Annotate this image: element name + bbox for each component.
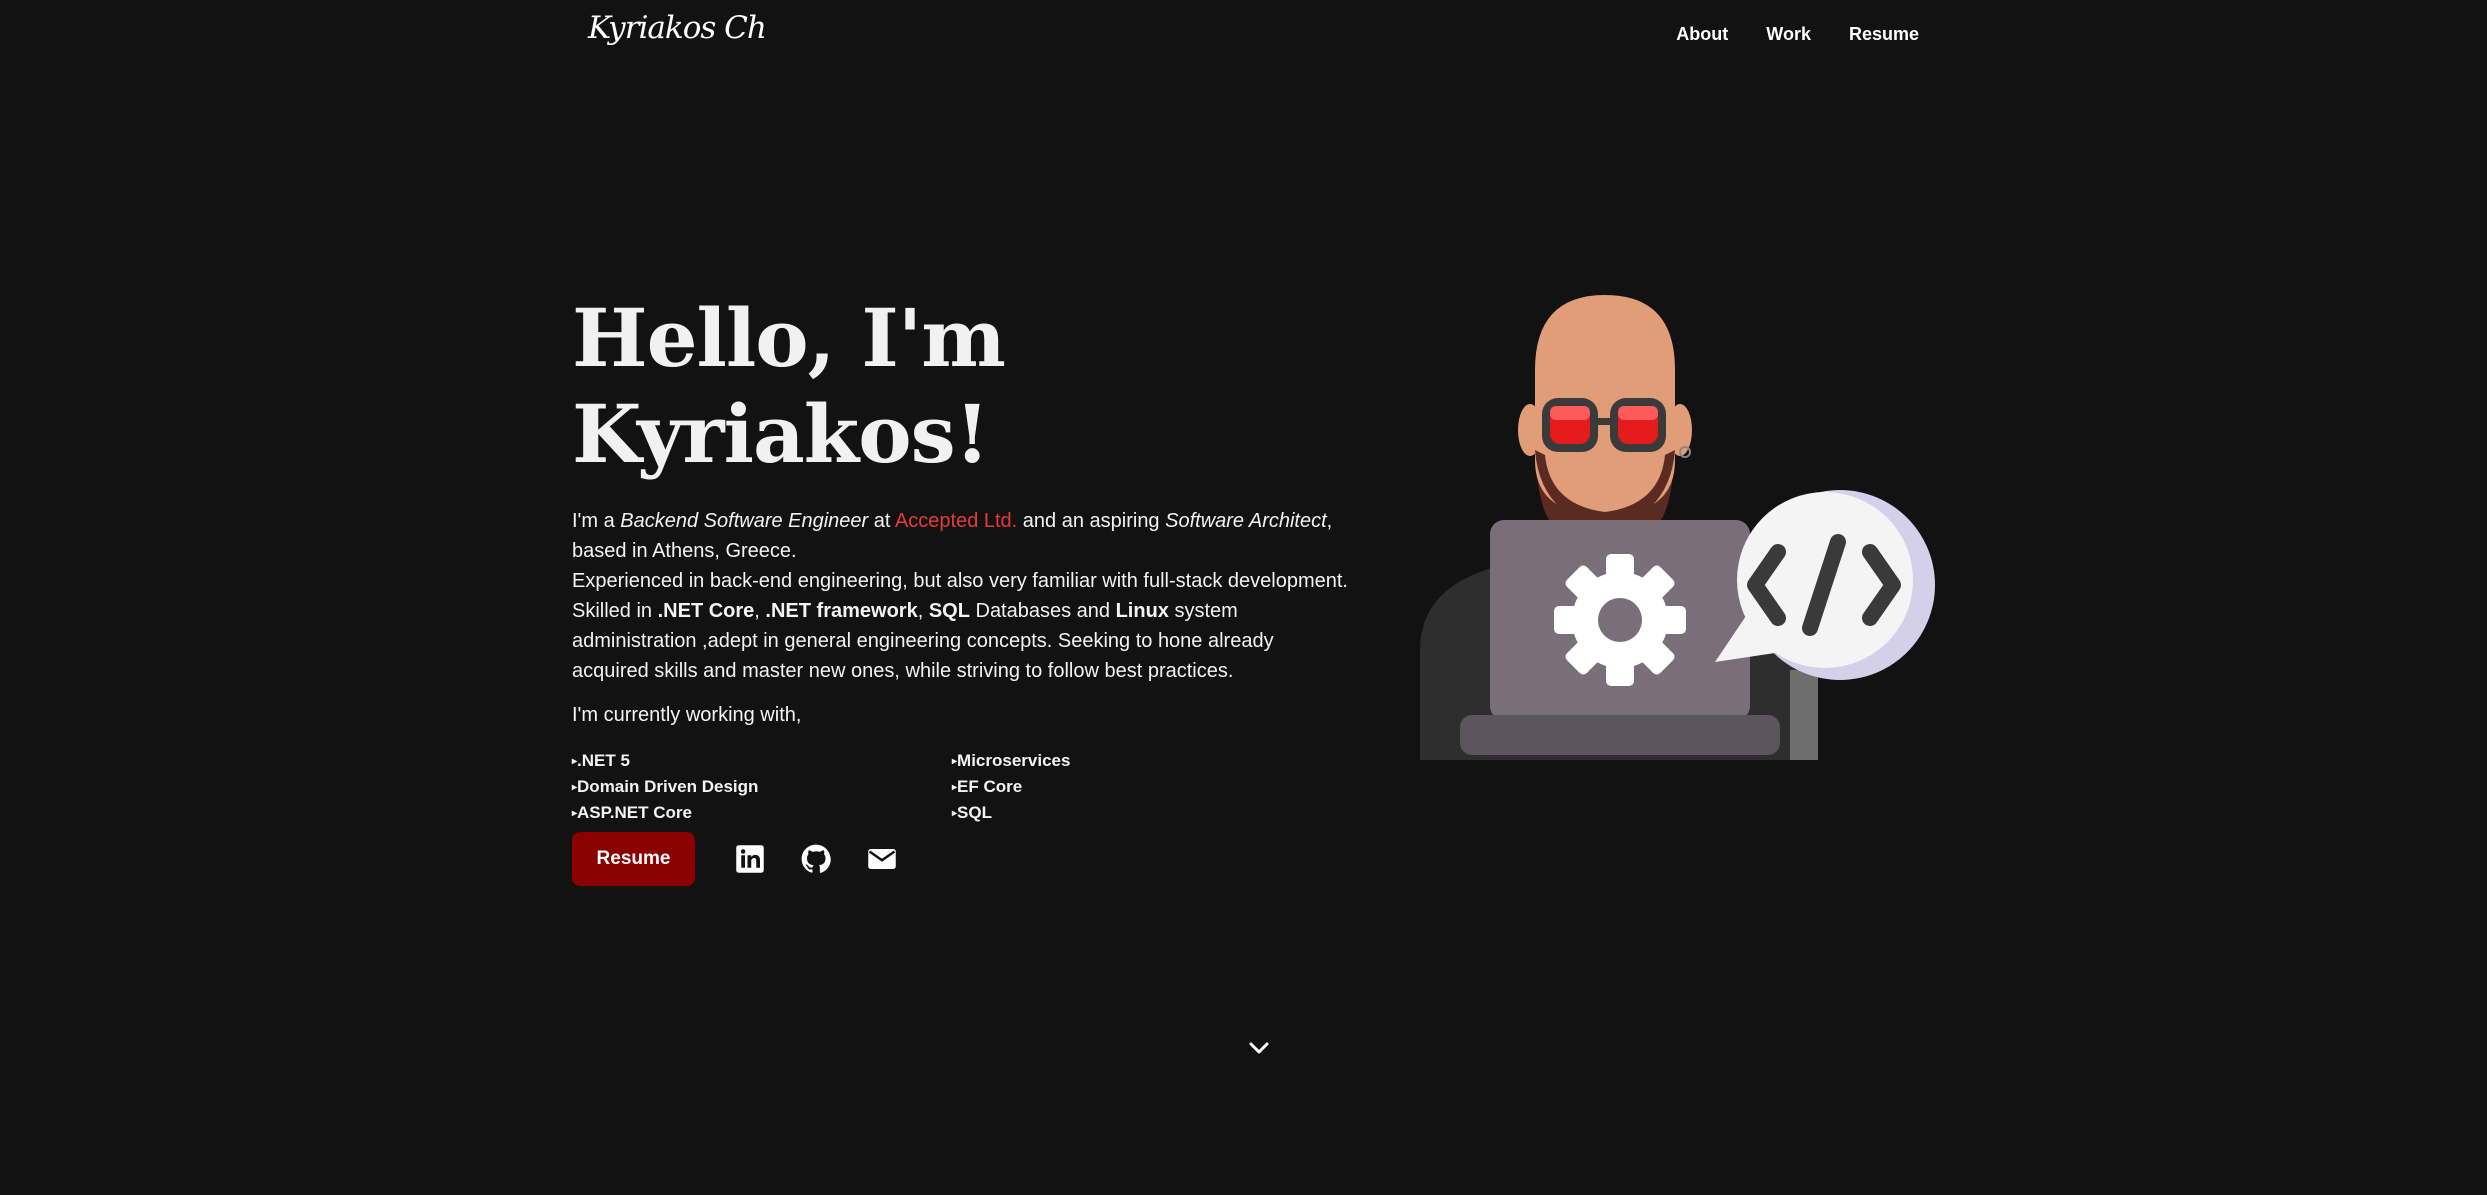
hero-section: Hello, I'm Kyriakos! I'm a Backend Softw… (572, 290, 1352, 823)
bio-paragraph-experience: Experienced in back-end engineering, but… (572, 570, 1348, 592)
github-icon[interactable] (801, 844, 831, 874)
bio-aspiration: Software Architect (1165, 510, 1327, 532)
skill-highlight: .NET Core (657, 600, 755, 622)
main-nav: About Work Resume (1676, 24, 1919, 45)
bio-text: I'm a (572, 510, 621, 532)
bio-text: , (754, 600, 766, 622)
working-with-label: I'm currently working with, (572, 704, 802, 726)
social-links (735, 844, 897, 874)
skills-list: .NET 5 Microservices Domain Driven Desig… (572, 751, 1352, 823)
nav-resume[interactable]: Resume (1849, 24, 1919, 45)
chevron-down-icon[interactable] (1248, 1038, 1270, 1058)
bio-text: Databases and (969, 600, 1116, 622)
list-item: ASP.NET Core (572, 803, 952, 823)
company-link[interactable]: Accepted Ltd. (895, 510, 1017, 532)
nav-about[interactable]: About (1676, 24, 1728, 45)
skill-highlight: Linux (1115, 600, 1169, 622)
logo[interactable]: Kyriakos Ch (588, 10, 767, 46)
bio-paragraph-intro: I'm a Backend Software Engineer at Accep… (572, 506, 1352, 566)
bio-role: Backend Software Engineer (620, 510, 869, 532)
list-item: .NET 5 (572, 751, 952, 771)
list-item: Microservices (952, 751, 1332, 771)
resume-button[interactable]: Resume (572, 832, 695, 886)
nav-work[interactable]: Work (1766, 24, 1811, 45)
hero-actions: Resume (572, 832, 897, 886)
developer-illustration (1410, 290, 1940, 760)
bio-text: at (868, 510, 895, 532)
list-item: EF Core (952, 777, 1332, 797)
list-item: Domain Driven Design (572, 777, 952, 797)
bio-paragraph-skills: Skilled in .NET Core, .NET framework, SQ… (572, 596, 1352, 686)
list-item: SQL (952, 803, 1332, 823)
bio: I'm a Backend Software Engineer at Accep… (572, 506, 1352, 686)
skill-highlight: SQL (928, 600, 970, 622)
skill-highlight: .NET framework (765, 600, 918, 622)
linkedin-icon[interactable] (735, 844, 765, 874)
bio-text: and an aspiring (1017, 510, 1166, 532)
bio-text: Skilled in (572, 600, 658, 622)
hero-title: Hello, I'm Kyriakos! (572, 291, 1006, 481)
mail-icon[interactable] (867, 844, 897, 874)
bio-text: , (917, 600, 929, 622)
